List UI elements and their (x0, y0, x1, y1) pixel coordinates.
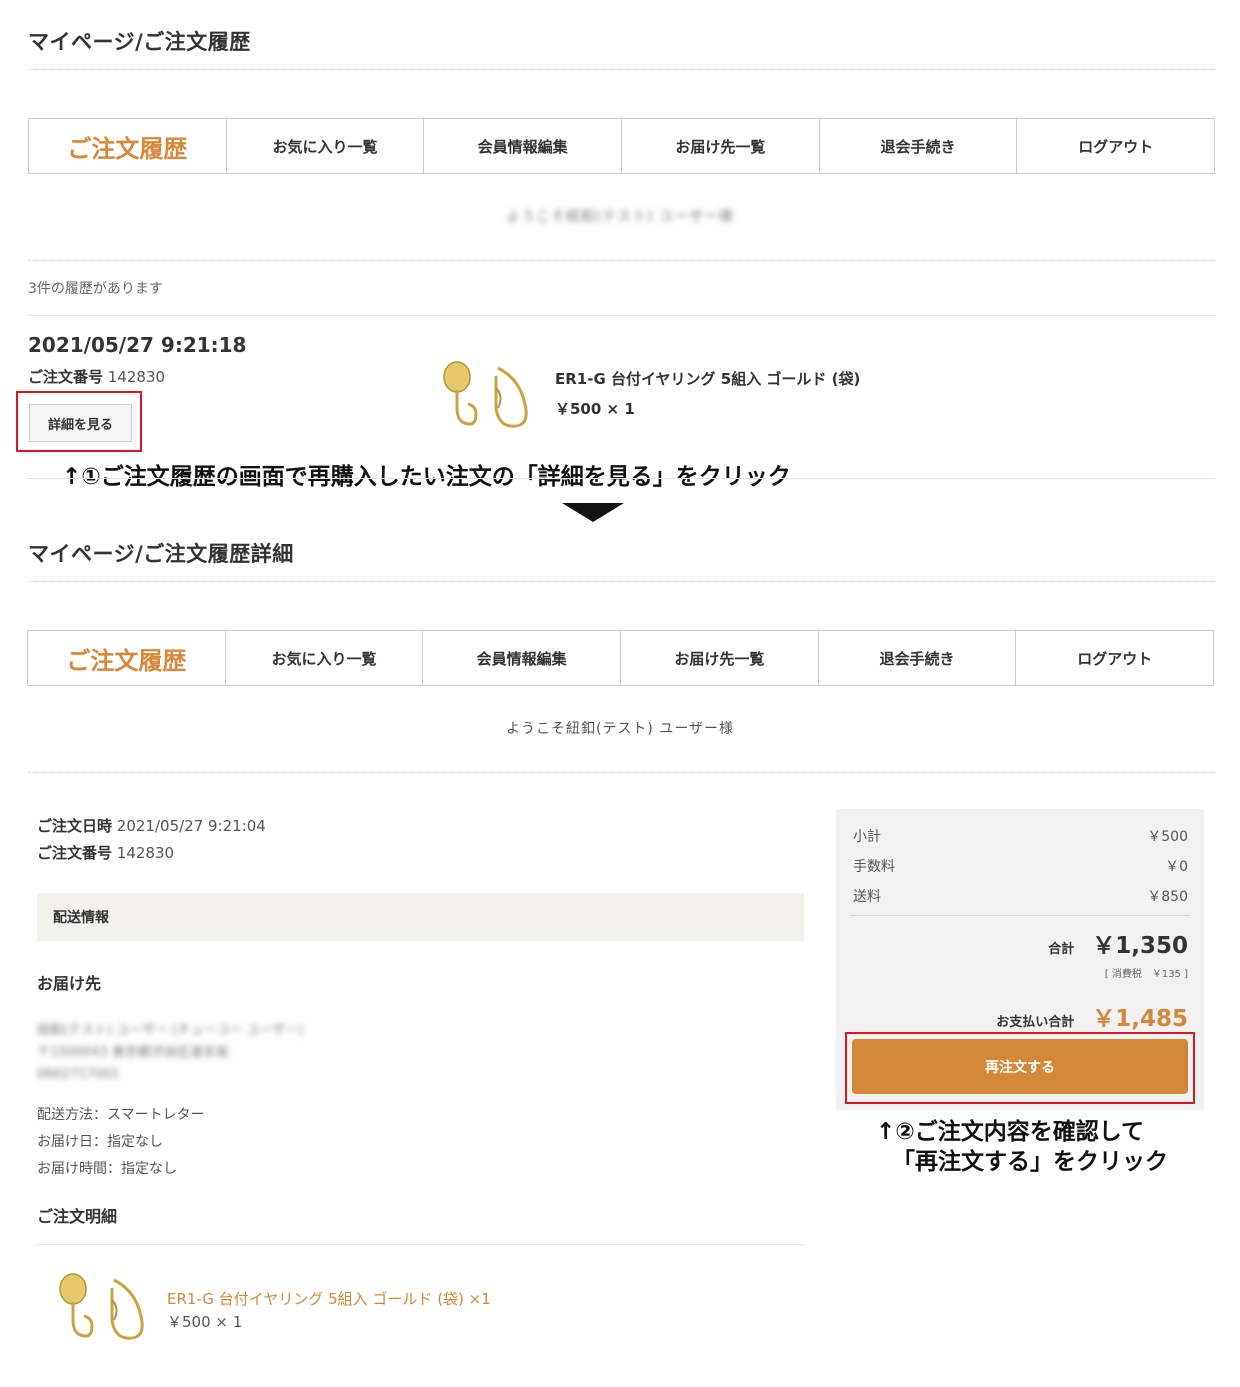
tab-favorites[interactable]: お気に入り一覧 (224, 631, 423, 685)
delivery-address: 紐釦(テスト) ユーザー (チューコー ユーザー) 〒1500043 東京都渋谷… (37, 1020, 303, 1086)
tab-delivery-list[interactable]: お届け先一覧 (620, 631, 818, 685)
annotation-step2-line2: 「再注文する」をクリック (892, 1149, 1168, 1175)
welcome-text: ようこそ紐釦(テスト) ユーザー様 (505, 209, 735, 225)
order-number-label: ご注文番号 (28, 368, 104, 386)
annotation-step1: ↑①ご注文履歴の画面で再購入したい注文の「詳細を見る」をクリック (62, 464, 791, 490)
highlight-box (16, 391, 142, 452)
product-name[interactable]: ER1-G 台付イヤリング 5組入 ゴールド (袋) (555, 368, 860, 389)
divider (28, 315, 1215, 316)
arrow-down-icon (562, 503, 624, 522)
shipping-fee-label: 送料 (853, 889, 881, 905)
address-name: 紐釦(テスト) ユーザー (チューコー ユーザー) (37, 1023, 304, 1038)
divider (35, 1244, 804, 1245)
tab-order-history[interactable]: ご注文履歴 (28, 631, 225, 685)
subtotal-value: ￥500 (1147, 829, 1188, 845)
fee-row: 手数料 ￥0 (853, 856, 1188, 876)
order-items-label: ご注文明細 (37, 1207, 118, 1226)
total-row: 合計 ￥1,350 (1048, 926, 1188, 960)
payment-total-label: お支払い合計 (996, 1015, 1075, 1030)
order-number: ご注文番号 142830 (37, 842, 174, 863)
delivery-date: お届け日：指定なし (37, 1134, 163, 1150)
detail-page-title: マイページ/ご注文履歴詳細 (28, 542, 294, 566)
tab-logout[interactable]: ログアウト (1015, 631, 1213, 685)
payment-total-row: お支払い合計 ￥1,485 (996, 999, 1188, 1033)
order-date: ご注文日時 2021/05/27 9:21:04 (37, 815, 266, 836)
tab-favorites[interactable]: お気に入り一覧 (225, 119, 424, 173)
subtotal-label: 小計 (853, 829, 881, 845)
page-title: マイページ/ご注文履歴 (28, 30, 251, 54)
mypage-tabs: ご注文履歴 お気に入り一覧 会員情報編集 お届け先一覧 退会手続き ログアウト (28, 118, 1215, 174)
product-price-qty: ￥500 × 1 (555, 400, 635, 418)
divider (28, 260, 1215, 261)
history-count: 3件の履歴があります (28, 281, 163, 297)
item-name-link[interactable]: ER1-G 台付イヤリング 5組入 ゴールド (袋) ×1 (167, 1290, 491, 1308)
tax-note: [ 消費税 ￥135 ] (1104, 969, 1188, 980)
order-date-label: ご注文日時 (37, 817, 113, 835)
divider (28, 478, 1215, 479)
order-number-value: 142830 (116, 844, 175, 862)
item-price-qty: ￥500 × 1 (167, 1313, 243, 1331)
welcome-text: ようこそ紐釦(テスト) ユーザー様 (505, 721, 735, 737)
divider (28, 772, 1215, 773)
annotation-step2-line1: ↑②ご注文内容を確認して (876, 1119, 1145, 1145)
divider (850, 915, 1190, 916)
deliver-to-label: お届け先 (37, 974, 102, 993)
tab-withdraw[interactable]: 退会手続き (817, 631, 1016, 685)
address-postal: 〒1500043 東京都渋谷区道玄坂 (37, 1045, 230, 1060)
address-phone: 0662717001 (37, 1067, 120, 1082)
tab-order-history[interactable]: ご注文履歴 (29, 119, 226, 173)
tab-delivery-list[interactable]: お届け先一覧 (621, 119, 819, 173)
order-number-value: 142830 (107, 368, 166, 386)
order-date-value: 2021/05/27 9:21:04 (116, 817, 266, 835)
highlight-box (845, 1032, 1195, 1104)
order-number: ご注文番号 142830 (28, 366, 165, 387)
total-value: ￥1,350 (1092, 933, 1188, 959)
shipping-fee-value: ￥850 (1147, 889, 1188, 905)
tab-logout[interactable]: ログアウト (1016, 119, 1214, 173)
earring-product-image[interactable] (56, 1270, 151, 1346)
mypage-tabs: ご注文履歴 お気に入り一覧 会員情報編集 お届け先一覧 退会手続き ログアウト (27, 630, 1214, 686)
divider (28, 69, 1215, 70)
tab-member-edit[interactable]: 会員情報編集 (423, 119, 621, 173)
order-datetime: 2021/05/27 9:21:18 (28, 333, 247, 357)
subtotal-row: 小計 ￥500 (853, 826, 1188, 846)
fee-label: 手数料 (853, 859, 895, 875)
shipping-fee-row: 送料 ￥850 (853, 886, 1188, 906)
divider (28, 581, 1215, 582)
total-label: 合計 (1048, 942, 1075, 957)
tab-member-edit[interactable]: 会員情報編集 (422, 631, 620, 685)
shipping-method: 配送方法：スマートレター (37, 1107, 205, 1123)
shipping-info-header: 配送情報 (37, 893, 804, 941)
tab-withdraw[interactable]: 退会手続き (818, 119, 1017, 173)
payment-total-value: ￥1,485 (1092, 1006, 1188, 1032)
fee-value: ￥0 (1165, 859, 1188, 875)
delivery-time: お届け時間：指定なし (37, 1161, 177, 1177)
item-name: ER1-G 台付イヤリング 5組入 ゴールド (袋) ×1 (167, 1288, 491, 1309)
order-number-label: ご注文番号 (37, 844, 113, 862)
earring-product-image[interactable] (440, 358, 535, 434)
